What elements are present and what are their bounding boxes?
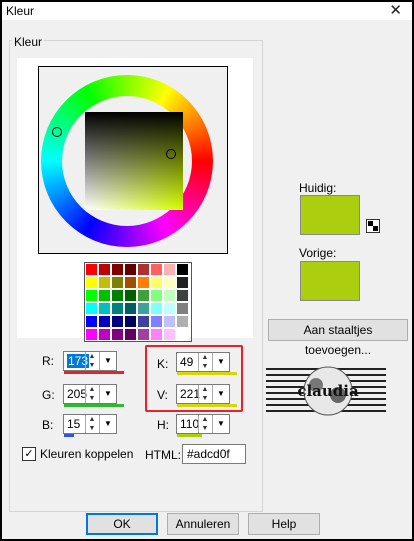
r-input[interactable]: 173 ▲ ▼ ▼: [63, 351, 124, 374]
palette-swatch[interactable]: [124, 289, 137, 302]
b-level-bar: [64, 434, 74, 437]
saturation-value-square[interactable]: [85, 112, 183, 210]
palette-swatch[interactable]: [98, 315, 111, 328]
palette-swatch[interactable]: [137, 289, 150, 302]
previous-color-swatch[interactable]: [300, 261, 360, 301]
palette-swatch[interactable]: [85, 263, 98, 276]
link-colors-checkbox[interactable]: ✓: [22, 447, 36, 461]
current-color-swatch: [300, 195, 360, 235]
add-to-swatches-button[interactable]: Aan staaltjes toevoegen...: [268, 319, 408, 357]
hue-marker[interactable]: [52, 127, 62, 137]
help-button[interactable]: Help: [248, 513, 320, 535]
palette-swatch[interactable]: [111, 328, 124, 341]
palette-swatch[interactable]: [111, 276, 124, 289]
palette-swatch[interactable]: [137, 328, 150, 341]
r-spinner[interactable]: ▲ ▼: [85, 352, 98, 370]
h-level-bar: [177, 434, 202, 437]
palette-swatch[interactable]: [163, 276, 176, 289]
h-dropdown-icon[interactable]: ▼: [212, 415, 229, 433]
current-label: Huidig:: [299, 181, 337, 195]
palette-swatch[interactable]: [137, 276, 150, 289]
palette-swatch[interactable]: [85, 302, 98, 315]
logo-text: claudia: [297, 382, 359, 400]
palette-swatch[interactable]: [124, 315, 137, 328]
palette-swatch[interactable]: [137, 263, 150, 276]
r-dropdown-icon[interactable]: ▼: [99, 352, 116, 370]
palette-swatch[interactable]: [163, 315, 176, 328]
g-label: G:: [42, 388, 55, 402]
palette-swatch[interactable]: [150, 263, 163, 276]
palette-swatch[interactable]: [176, 263, 189, 276]
color-marker[interactable]: [166, 149, 176, 159]
color-wheel-area[interactable]: [38, 66, 228, 254]
palette-swatch[interactable]: [163, 289, 176, 302]
g-level-bar: [64, 404, 124, 407]
palette-swatch[interactable]: [98, 289, 111, 302]
r-label: R:: [42, 354, 54, 368]
palette-swatch[interactable]: [176, 276, 189, 289]
palette-swatch[interactable]: [163, 263, 176, 276]
html-label: HTML:: [145, 448, 181, 462]
palette-swatch[interactable]: [176, 289, 189, 302]
window-title: Kleur: [6, 4, 35, 18]
title-bar: Kleur ✕: [2, 2, 412, 20]
palette-swatch[interactable]: [150, 289, 163, 302]
palette-swatch[interactable]: [98, 276, 111, 289]
close-icon[interactable]: ✕: [389, 1, 402, 19]
palette-swatch[interactable]: [137, 302, 150, 315]
palette-swatch[interactable]: [111, 263, 124, 276]
g-spinner[interactable]: ▲ ▼: [85, 385, 98, 403]
palette-swatch[interactable]: [85, 289, 98, 302]
b-value[interactable]: 15: [67, 417, 80, 431]
b-dropdown-icon[interactable]: ▼: [99, 415, 116, 433]
r-level-bar: [64, 371, 124, 374]
palette-swatch[interactable]: [150, 276, 163, 289]
ok-button[interactable]: OK: [86, 513, 158, 535]
palette-swatch[interactable]: [124, 328, 137, 341]
palette-swatch[interactable]: [150, 328, 163, 341]
palette-swatch[interactable]: [137, 315, 150, 328]
palette-swatch[interactable]: [98, 263, 111, 276]
palette-swatch[interactable]: [85, 328, 98, 341]
swap-icon[interactable]: [366, 219, 380, 233]
previous-label: Vorige:: [299, 246, 337, 260]
html-input[interactable]: #adcd0f: [182, 444, 246, 464]
palette-swatch[interactable]: [150, 302, 163, 315]
cancel-button[interactable]: Annuleren: [167, 513, 239, 535]
palette-swatch[interactable]: [111, 315, 124, 328]
group-label: Kleur: [12, 35, 45, 49]
link-colors-label[interactable]: Kleuren koppelen: [40, 447, 133, 461]
palette-swatch[interactable]: [150, 315, 163, 328]
palette-swatch[interactable]: [124, 263, 137, 276]
b-label: B:: [42, 418, 54, 432]
h-label: H:: [157, 418, 169, 432]
h-spinner[interactable]: ▲ ▼: [198, 415, 211, 433]
palette-swatch[interactable]: [85, 276, 98, 289]
palette-swatch[interactable]: [176, 315, 189, 328]
palette-swatch[interactable]: [163, 328, 176, 341]
palette-swatch[interactable]: [111, 302, 124, 315]
palette-swatch[interactable]: [124, 276, 137, 289]
h-input[interactable]: 110 ▲ ▼ ▼: [176, 414, 230, 437]
logo-image: claudia: [266, 365, 386, 417]
palette-swatch[interactable]: [124, 302, 137, 315]
palette-swatch[interactable]: [111, 289, 124, 302]
g-input[interactable]: 205 ▲ ▼ ▼: [63, 384, 124, 407]
color-swatch-palette[interactable]: [84, 262, 192, 342]
h-value[interactable]: 110: [180, 417, 199, 431]
palette-swatch[interactable]: [98, 302, 111, 315]
g-dropdown-icon[interactable]: ▼: [99, 385, 116, 403]
palette-swatch[interactable]: [85, 315, 98, 328]
b-input[interactable]: 15 ▲ ▼ ▼: [63, 414, 117, 437]
palette-swatch[interactable]: [98, 328, 111, 341]
palette-swatch[interactable]: [163, 302, 176, 315]
palette-swatch[interactable]: [176, 302, 189, 315]
palette-swatch[interactable]: [176, 328, 189, 341]
b-spinner[interactable]: ▲ ▼: [85, 415, 98, 433]
highlight-box: [145, 345, 243, 412]
